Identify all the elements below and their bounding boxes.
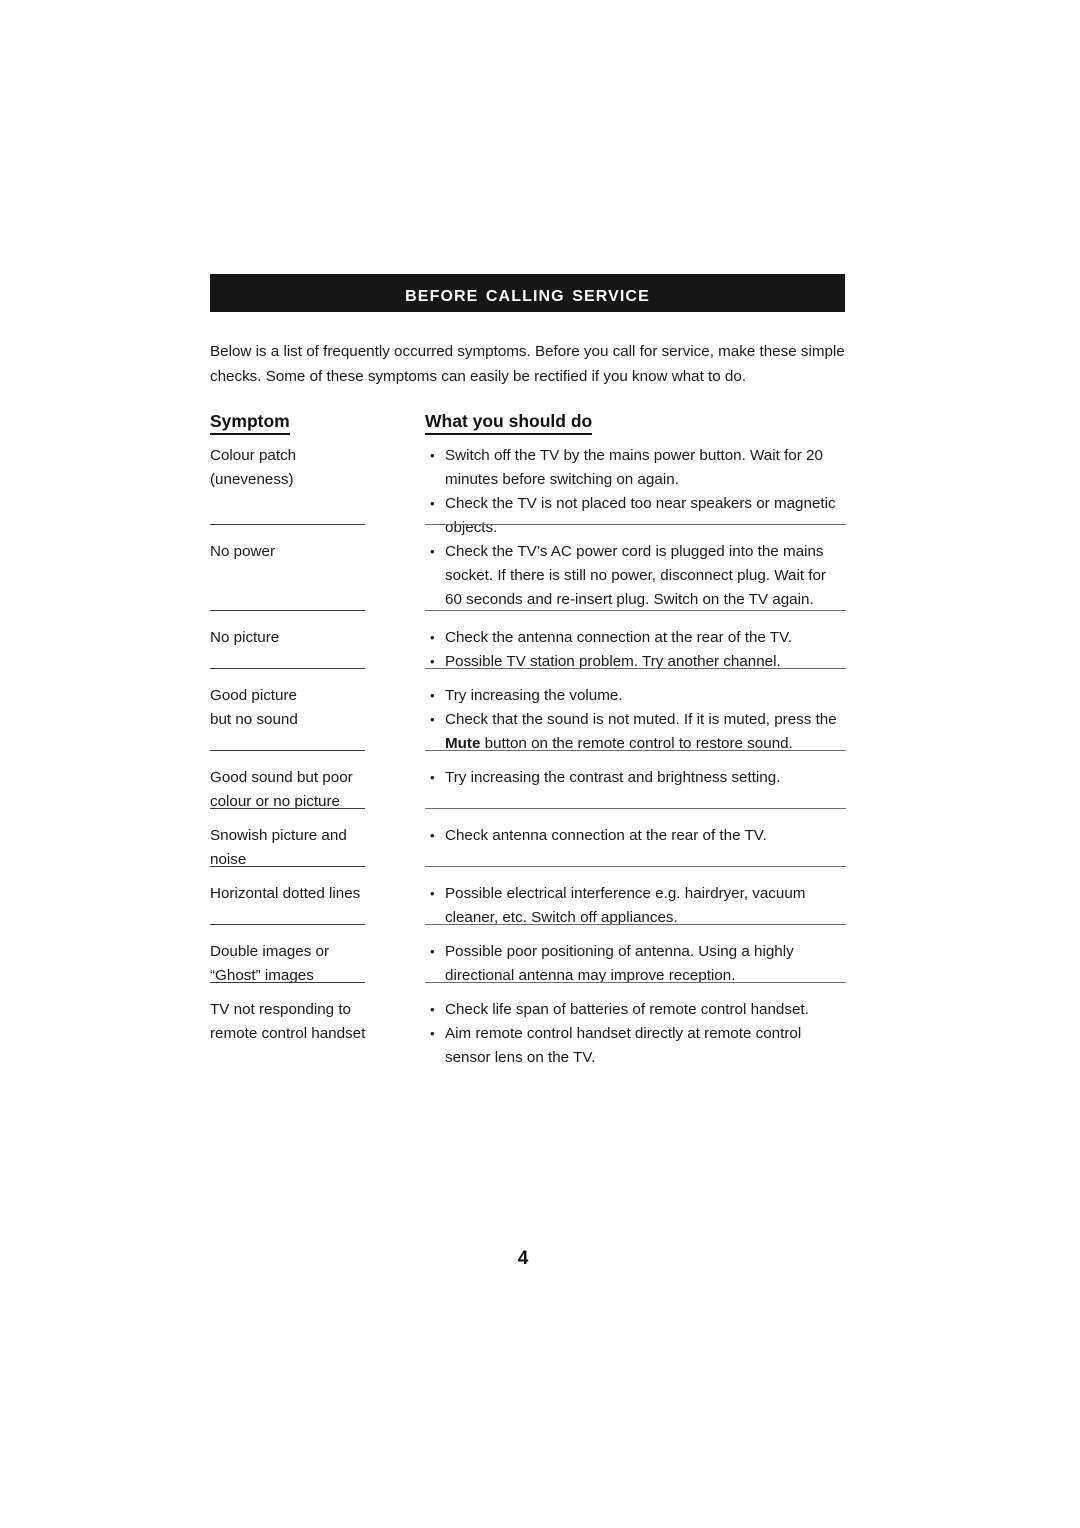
section-title: Before Calling Service: [405, 279, 650, 306]
symptom-line: “Ghost” images: [210, 967, 314, 984]
symptom-cell: Good sound but poor colour or no picture: [210, 766, 415, 814]
intro-paragraph: Below is a list of frequently occurred s…: [210, 343, 845, 386]
action-bullet-item: • Aim remote control handset directly at …: [425, 1022, 846, 1070]
action-cell: • Check the antenna connection at the rea…: [425, 626, 846, 674]
bullet-icon: •: [430, 688, 435, 703]
symptom-cell: Snowish picture and noise: [210, 824, 415, 872]
symptom-cell: No power: [210, 540, 415, 564]
row-divider-left: [210, 924, 365, 925]
symptom-cell: No picture: [210, 626, 415, 650]
table-row: Colour patch (uneveness) • Switch off the T…: [210, 444, 846, 540]
bullet-icon: •: [430, 496, 435, 511]
action-bullet-item: • Switch off the TV by the mains power bu…: [425, 444, 846, 492]
action-bullet-item: • Possible poor positioning of antenna. U…: [425, 940, 846, 988]
symptom-cell: Double images or “Ghost” images: [210, 940, 415, 988]
symptom-cell: Horizontal dotted lines: [210, 882, 415, 906]
row-divider-right: [425, 808, 846, 809]
action-cell: • Possible electrical interference e.g. h…: [425, 882, 846, 930]
symptom-line: No power: [210, 543, 275, 560]
section-title-bar: Before Calling Service: [210, 274, 845, 312]
page-number: 4: [517, 1248, 529, 1269]
action-bullet-item: • Try increasing the volume.: [425, 684, 846, 708]
row-divider-right: [425, 610, 846, 611]
symptom-line: noise: [210, 851, 247, 868]
bullet-icon: •: [430, 770, 435, 785]
symptom-cell: TV not responding to remote control hands…: [210, 998, 415, 1046]
action-cell: • Try increasing the contrast and brightn…: [425, 766, 846, 790]
bullet-icon: •: [430, 630, 435, 645]
action-bullet-item: • Possible TV station problem. Try anothe…: [425, 650, 846, 674]
action-bullet-item: • Check antenna connection at the rear of…: [425, 824, 846, 848]
table-row: Double images or “Ghost” images • Possible …: [210, 940, 846, 998]
symptom-cell: Colour patch (uneveness): [210, 444, 415, 492]
table-row: No power • Check the TV’s AC power cord is…: [210, 540, 846, 626]
symptom-line: Horizontal dotted lines: [210, 885, 361, 902]
action-bullet-item: • Check the TV is not placed too near spe…: [425, 492, 846, 540]
symptom-line: No picture: [210, 629, 280, 646]
action-bullet-item: • Check that the sound is not muted. If i…: [425, 708, 846, 756]
row-divider-left: [210, 982, 365, 983]
symptom-line: Snowish picture and: [210, 827, 347, 844]
row-divider-left: [210, 808, 365, 809]
row-divider-right: [425, 668, 846, 669]
row-divider-right: [425, 524, 846, 525]
table-column-headers: Symptom What you should do: [210, 410, 846, 436]
action-bullet-item: • Check the antenna connection at the rea…: [425, 626, 846, 650]
symptom-line: Colour patch: [210, 447, 297, 464]
action-cell: • Check the TV’s AC power cord is plugged…: [425, 540, 846, 612]
row-divider-left: [210, 610, 365, 611]
bullet-icon: •: [430, 944, 435, 959]
row-divider-right: [425, 750, 846, 751]
symptom-line: Good picture: [210, 687, 297, 704]
bullet-icon: •: [430, 1002, 435, 1017]
symptom-line: Double images or: [210, 943, 330, 960]
action-bullet-item: • Check the TV’s AC power cord is plugged…: [425, 540, 846, 612]
symptom-line: TV not responding to: [210, 1001, 351, 1018]
action-cell: • Try increasing the volume. • Check that t…: [425, 684, 846, 756]
row-divider-left: [210, 524, 365, 525]
bullet-icon: •: [430, 654, 435, 669]
row-divider-right: [425, 866, 846, 867]
row-divider-left: [210, 866, 365, 867]
bullet-icon: •: [430, 448, 435, 463]
row-divider-left: [210, 750, 365, 751]
row-divider-right: [425, 982, 846, 983]
symptom-cell: Good picture but no sound: [210, 684, 415, 732]
bullet-icon: •: [430, 828, 435, 843]
column-header-symptom: Symptom: [210, 410, 290, 435]
row-divider-right: [425, 924, 846, 925]
symptom-line: Good sound but poor: [210, 769, 353, 786]
bullet-icon: •: [430, 712, 435, 727]
action-bullet-item: • Possible electrical interference e.g. h…: [425, 882, 846, 930]
bullet-icon: •: [430, 1026, 435, 1041]
symptom-line: (uneveness): [210, 471, 294, 488]
action-cell: • Check antenna connection at the rear of…: [425, 824, 846, 848]
symptom-line: remote control handset: [210, 1025, 366, 1042]
column-header-action: What you should do: [425, 410, 593, 435]
action-cell: • Possible poor positioning of antenna. U…: [425, 940, 846, 988]
row-divider-left: [210, 668, 365, 669]
table-row: Good picture but no sound • Try increasing …: [210, 684, 846, 766]
table-row: Horizontal dotted lines • Possible electri…: [210, 882, 846, 940]
symptom-line: but no sound: [210, 711, 298, 728]
table-row: Good sound but poor colour or no picture •…: [210, 766, 846, 824]
table-row: Snowish picture and noise • Check antenna c…: [210, 824, 846, 882]
document-page: Before Calling Service Below is a list o…: [0, 0, 1080, 1528]
table-row: No picture • Check the antenna connection …: [210, 626, 846, 684]
action-cell: • Check life span of batteries of remote …: [425, 998, 846, 1070]
symptom-line: colour or no picture: [210, 793, 341, 810]
action-cell: • Switch off the TV by the mains power bu…: [425, 444, 846, 540]
bullet-icon: •: [430, 544, 435, 559]
action-bullet-item: • Check life span of batteries of remote …: [425, 998, 846, 1022]
action-bullet-item: • Try increasing the contrast and brightn…: [425, 766, 846, 790]
table-row: TV not responding to remote control hands…: [210, 998, 846, 1078]
bullet-icon: •: [430, 886, 435, 901]
